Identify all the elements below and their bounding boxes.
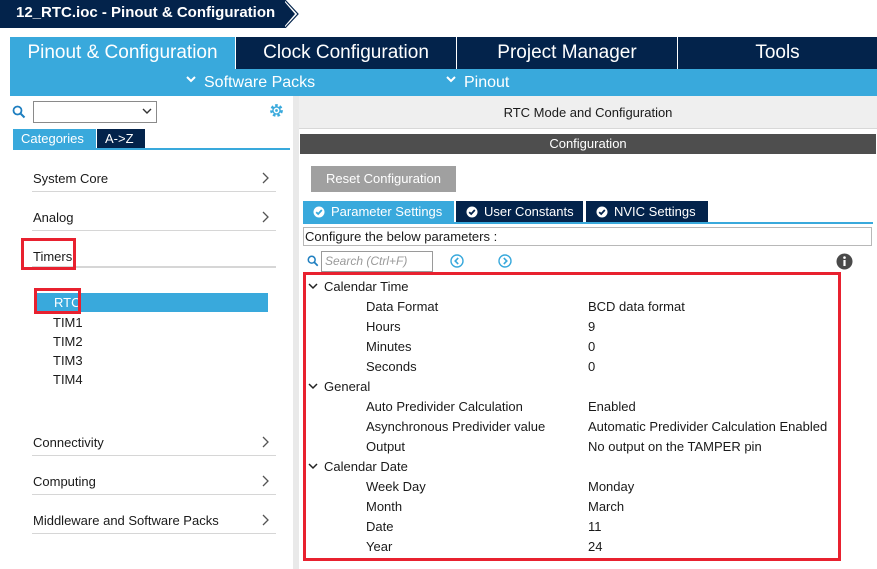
tab-categories[interactable]: Categories xyxy=(13,129,96,149)
highlight-box-rtc xyxy=(34,288,81,314)
search-icon xyxy=(307,255,319,267)
tab-label: Parameter Settings xyxy=(331,204,443,219)
mode-configuration-panel: RTC Mode and Configuration Configuration… xyxy=(299,96,877,569)
previous-result-icon[interactable] xyxy=(450,254,464,268)
timer-item-tim4[interactable]: TIM4 xyxy=(53,372,83,387)
tab-a-to-z[interactable]: A->Z xyxy=(97,129,145,149)
chevron-down-icon xyxy=(186,76,196,83)
parameter-search-input[interactable]: Search (Ctrl+F) xyxy=(321,251,433,272)
main-tab-bar: Pinout & Configuration Clock Configurati… xyxy=(0,37,877,69)
check-circle-icon xyxy=(313,206,325,218)
configuration-header: Configuration xyxy=(300,134,876,154)
chevron-right-icon xyxy=(262,514,269,526)
highlight-box-parameters xyxy=(303,272,841,561)
tab-tools[interactable]: Tools xyxy=(678,37,877,69)
software-packs-label: Software Packs xyxy=(204,74,316,91)
software-packs-menu[interactable]: Software Packs xyxy=(186,69,315,96)
category-label: Computing xyxy=(33,474,96,489)
chevron-right-icon xyxy=(262,172,269,184)
tab-parameter-settings[interactable]: Parameter Settings xyxy=(303,201,454,222)
instruction-label: Configure the below parameters : xyxy=(303,227,872,246)
reset-configuration-button[interactable]: Reset Configuration xyxy=(311,166,456,192)
category-connectivity[interactable]: Connectivity xyxy=(32,430,276,456)
tab-nvic-settings[interactable]: NVIC Settings xyxy=(586,201,708,222)
category-label: Analog xyxy=(33,210,74,225)
tab-label: NVIC Settings xyxy=(614,204,696,219)
timer-item-tim2[interactable]: TIM2 xyxy=(53,334,83,349)
tab-label: User Constants xyxy=(484,204,574,219)
category-middleware[interactable]: Middleware and Software Packs xyxy=(32,508,276,534)
category-label: System Core xyxy=(33,171,109,186)
timer-item-tim3[interactable]: TIM3 xyxy=(53,353,83,368)
tab-underline xyxy=(13,148,290,150)
tab-pinout-configuration[interactable]: Pinout & Configuration xyxy=(10,37,235,69)
category-system-core[interactable]: System Core xyxy=(32,166,276,192)
next-result-icon[interactable] xyxy=(498,254,512,268)
panel-title: RTC Mode and Configuration xyxy=(299,96,877,129)
chevron-down-icon xyxy=(446,76,456,83)
category-computing[interactable]: Computing xyxy=(32,469,276,495)
category-analog[interactable]: Analog xyxy=(32,205,276,231)
tab-clock-configuration[interactable]: Clock Configuration xyxy=(236,37,456,69)
search-icon[interactable] xyxy=(12,105,26,119)
title-bar: 12_RTC.ioc - Pinout & Configuration xyxy=(0,0,877,28)
categories-panel: Categories A->Z System Core Analog Timer… xyxy=(10,96,290,569)
highlight-box-timers xyxy=(21,238,76,270)
pinout-label: Pinout xyxy=(464,74,510,91)
tab-user-constants[interactable]: User Constants xyxy=(456,201,583,222)
category-search-combo[interactable] xyxy=(33,101,157,123)
gear-icon[interactable] xyxy=(268,102,285,119)
chevron-down-icon[interactable] xyxy=(142,106,152,116)
breadcrumb-separator-icon xyxy=(284,0,299,28)
chevron-right-icon xyxy=(262,211,269,223)
sub-menu-bar: Software Packs Pinout xyxy=(10,69,877,96)
category-label: Middleware and Software Packs xyxy=(33,513,219,528)
category-label: Connectivity xyxy=(33,435,104,450)
info-icon[interactable] xyxy=(836,253,853,270)
chevron-right-icon xyxy=(262,475,269,487)
window-title: 12_RTC.ioc - Pinout & Configuration xyxy=(16,4,276,21)
chevron-right-icon xyxy=(262,436,269,448)
tab-underline xyxy=(303,222,873,224)
check-circle-icon xyxy=(466,206,478,218)
check-circle-icon xyxy=(596,206,608,218)
timer-item-tim1[interactable]: TIM1 xyxy=(53,315,83,330)
pinout-menu[interactable]: Pinout xyxy=(446,69,509,96)
tab-project-manager[interactable]: Project Manager xyxy=(457,37,677,69)
